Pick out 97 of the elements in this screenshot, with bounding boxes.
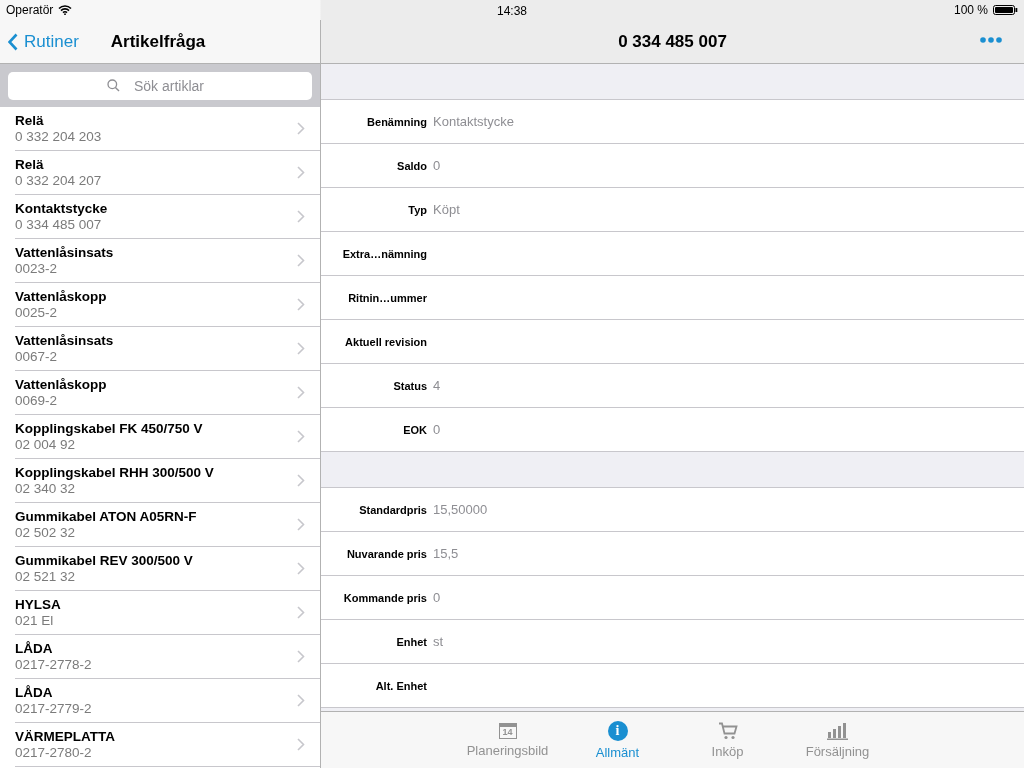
article-number: 0 334 485 007 [15,217,103,232]
chevron-icon [297,562,305,575]
article-name: Vattenlåsinsats [15,333,115,348]
article-number: 0067-2 [15,349,59,364]
chevron-icon [297,694,305,707]
article-name: Gummikabel REV 300/500 V [15,553,194,568]
field-value: 15,50000 [433,502,488,517]
field-value: st [433,634,444,649]
more-button[interactable] [980,37,1002,43]
article-number: 021 El [15,613,55,628]
wifi-icon [58,5,73,15]
article-number: 0069-2 [15,393,59,408]
article-name: Gummikabel ATON A05RN-F [15,509,198,524]
article-number: 0023-2 [15,261,59,276]
article-name: HYLSA [15,597,62,612]
carrier-name: Operatör [6,3,54,17]
chevron-icon [297,650,305,663]
chevron-icon [297,518,305,531]
chevron-icon [297,166,305,179]
article-number: 0217-2778-2 [15,657,93,672]
article-list-item[interactable]: Gummikabel ATON A05RN-F 02 502 32 [15,503,320,547]
screen-title: 0 334 485 007 [618,31,727,52]
field-label: Enhet [395,635,427,648]
article-list-item[interactable]: Gummikabel REV 300/500 V 02 521 32 [15,547,320,591]
chevron-icon [297,122,305,135]
field-label: Status [392,379,427,392]
article-list-item[interactable]: LÅDA 0217-2778-2 [15,635,320,679]
field-label: Extra…nämning [341,247,427,260]
chevron-icon [297,210,305,223]
article-number: 0 332 204 203 [15,129,103,144]
article-number: 02 502 32 [15,525,77,540]
field-label: Kommande pris [342,591,427,604]
article-list-item[interactable]: VÄRMEPLATTA 0217-2780-2 [15,723,320,767]
article-list-item[interactable]: Relä 0 332 204 203 [15,107,320,151]
field-label: Ritnin…ummer [347,291,427,304]
calendar-icon: 14 [498,722,517,739]
tab[interactable]: i Allmänt [562,712,673,768]
field-label: Typ [407,203,427,216]
article-list-item[interactable]: Vattenlåskopp 0025-2 [15,283,320,327]
article-name: Kontaktstycke [15,201,109,216]
battery-icon [993,5,1018,15]
article-list-item[interactable]: Kopplingskabel FK 450/750 V 02 004 92 [15,415,320,459]
article-name: Vattenlåsinsats [15,245,115,260]
article-name: Vattenlåskopp [15,289,108,304]
article-name: Relä [15,157,45,172]
article-number: 0 332 204 207 [15,173,103,188]
field-value: Kontaktstycke [433,114,514,129]
chevron-icon [297,738,305,751]
article-list-item[interactable]: Kopplingskabel RHH 300/500 V 02 340 32 [15,459,320,503]
article-list-item[interactable]: Vattenlåsinsats 0023-2 [15,239,320,283]
battery-percent: 100 % [953,3,988,17]
article-number: 0217-2779-2 [15,701,93,716]
article-list-item[interactable]: Vattenlåsinsats 0067-2 [15,327,320,371]
article-name: Kopplingskabel RHH 300/500 V [15,465,215,480]
field-label: Aktuell revision [344,335,427,348]
article-list-item[interactable]: Relä 0 332 204 207 [15,151,320,195]
article-name: LÅDA [15,685,54,700]
cart-icon [717,721,738,740]
article-number: 0025-2 [15,305,59,320]
info-icon: i [607,720,628,741]
field-label: Alt. Enhet [374,679,427,692]
screen-title: Artikelfråga [110,31,206,52]
field-label: Benämning [366,115,427,128]
field-value: Köpt [433,202,460,217]
chevron-icon [297,342,305,355]
field-value: 15,5 [433,546,459,561]
article-number: 0217-2780-2 [15,745,93,760]
field-label: Saldo [396,159,427,172]
chevron-icon [297,254,305,267]
bar-chart-icon [826,721,849,740]
article-list-item[interactable]: LÅDA 0217-2779-2 [15,679,320,723]
back-chevron-icon [8,32,18,51]
article-list-item[interactable]: HYLSA 021 El [15,591,320,635]
article-name: Relä [15,113,45,128]
chevron-icon [297,474,305,487]
article-name: VÄRMEPLATTA [15,729,116,744]
chevron-icon [297,430,305,443]
field-value: 4 [433,378,441,393]
field-value: 0 [433,422,441,437]
field-label: Nuvarande pris [345,547,427,560]
chevron-icon [297,386,305,399]
article-list-item[interactable]: Vattenlåskopp 0069-2 [15,371,320,415]
article-number: 02 521 32 [15,569,77,584]
clock-time: 14:38 [497,4,528,18]
article-number: 02 340 32 [15,481,77,496]
field-label: Standardpris [358,503,427,516]
article-name: Kopplingskabel FK 450/750 V [15,421,204,436]
field-value: 0 [433,590,441,605]
search-field[interactable]: Sök artiklar [8,71,312,100]
article-list-item[interactable]: Kontaktstycke 0 334 485 007 [15,195,320,239]
article-name: Vattenlåskopp [15,377,108,392]
field-value: 0 [433,158,441,173]
chevron-icon [297,298,305,311]
article-name: LÅDA [15,641,54,656]
chevron-icon [297,606,305,619]
field-label: EOK [402,423,427,436]
article-number: 02 004 92 [15,437,77,452]
